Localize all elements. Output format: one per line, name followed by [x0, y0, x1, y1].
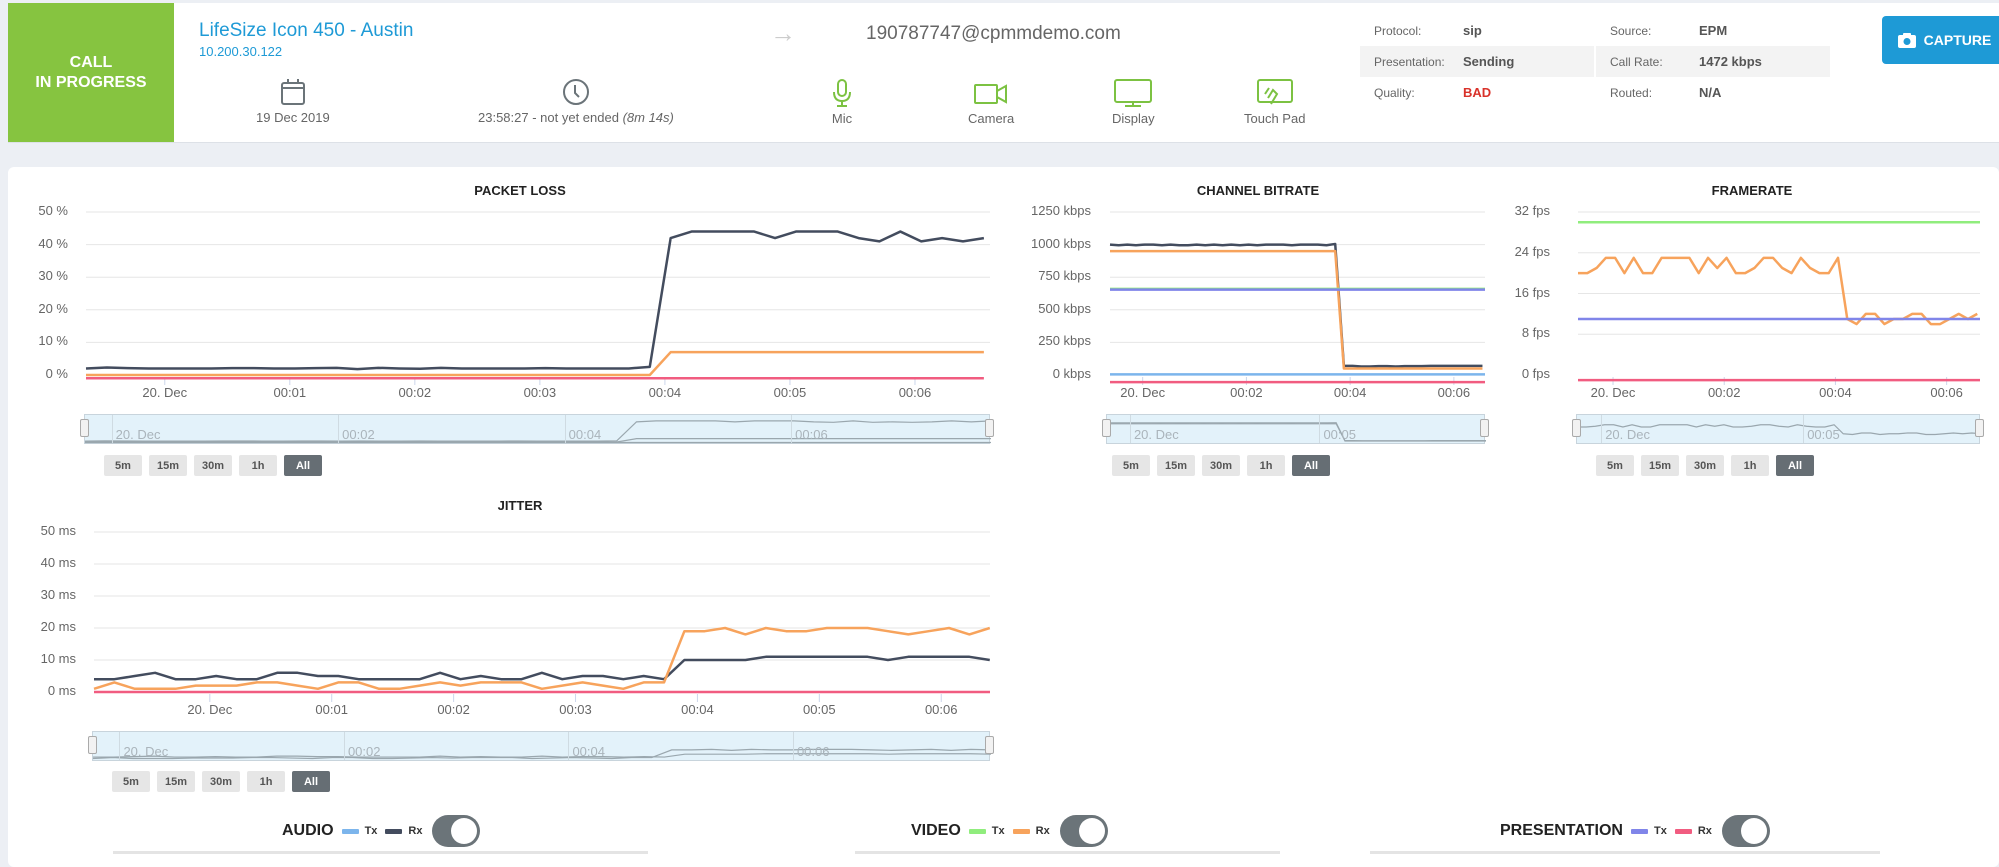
legend-swatch-video-tx [968, 828, 986, 834]
legend-title: VIDEO [911, 822, 961, 839]
y-tick-label: 10 ms [40, 651, 76, 666]
range-selector: 5m 15m 30m 1h All [112, 771, 330, 792]
navigator-label: 00:04 [572, 744, 605, 759]
x-tick-label: 00:06 [924, 702, 958, 717]
x-tick-label: 00:01 [315, 702, 348, 717]
y-tick-label: 40 ms [40, 555, 76, 570]
audio-toggle[interactable] [432, 815, 481, 847]
navigator-gridline [119, 732, 121, 760]
legend-title: AUDIO [282, 822, 334, 839]
legend-label: Tx [1653, 825, 1667, 837]
range-button-15m[interactable]: 15m [157, 771, 195, 792]
range-navigator[interactable]: 20. Dec 00:02 00:04 00:06 [88, 731, 994, 761]
video-toggle[interactable] [1059, 815, 1108, 847]
legend-label: Tx [364, 825, 378, 837]
y-tick-label: 50 ms [40, 523, 76, 538]
legend-swatch-video-rx [1012, 828, 1030, 834]
y-tick-label: 0 ms [47, 683, 76, 698]
navigator-series [93, 748, 991, 760]
x-tick-label: 00:02 [437, 702, 470, 717]
legend-swatch-audio-rx [385, 828, 403, 834]
series-line-video-rx [93, 626, 991, 691]
navigator-gridline [792, 732, 794, 760]
legend-audio: AUDIO Tx Rx [282, 815, 481, 847]
navigator-label: 00:02 [347, 744, 381, 759]
legend-presentation: PRESENTATION Tx Rx [1500, 815, 1770, 847]
x-tick-label: 00:05 [803, 702, 836, 717]
legend-label: Rx [1697, 825, 1712, 837]
range-button-5m[interactable]: 5m [112, 771, 150, 792]
navigator-line [93, 753, 991, 758]
range-button-30m[interactable]: 30m [202, 771, 240, 792]
legend-video: VIDEO Tx Rx [911, 815, 1108, 847]
navigator-gridline [568, 732, 570, 760]
navigator-label: 00:06 [796, 744, 830, 759]
x-tick-label: 00:04 [681, 702, 714, 717]
legend-label: Rx [1035, 825, 1050, 837]
legend-title: PRESENTATION [1500, 822, 1623, 839]
navigator-handle-left[interactable] [88, 736, 97, 754]
navigator-gridline [343, 732, 345, 760]
legend-label: Rx [408, 825, 423, 837]
legend-swatch-audio-tx [341, 828, 359, 834]
legend-swatch-pres-tx [1630, 828, 1648, 834]
x-tick-label: 20. Dec [187, 702, 233, 717]
presentation-toggle[interactable] [1721, 815, 1770, 847]
legend-swatch-pres-rx [1674, 828, 1692, 834]
navigator-handle-right[interactable] [985, 736, 994, 754]
navigator-label: 20. Dec [123, 744, 169, 759]
y-tick-label: 20 ms [40, 619, 76, 634]
x-tick-label: 00:03 [559, 702, 592, 717]
legend-label: Tx [991, 825, 1005, 837]
range-button-1h[interactable]: 1h [247, 771, 285, 792]
range-button-all[interactable]: All [292, 771, 330, 792]
chart-plot [93, 531, 991, 702]
y-tick-label: 30 ms [40, 587, 76, 602]
